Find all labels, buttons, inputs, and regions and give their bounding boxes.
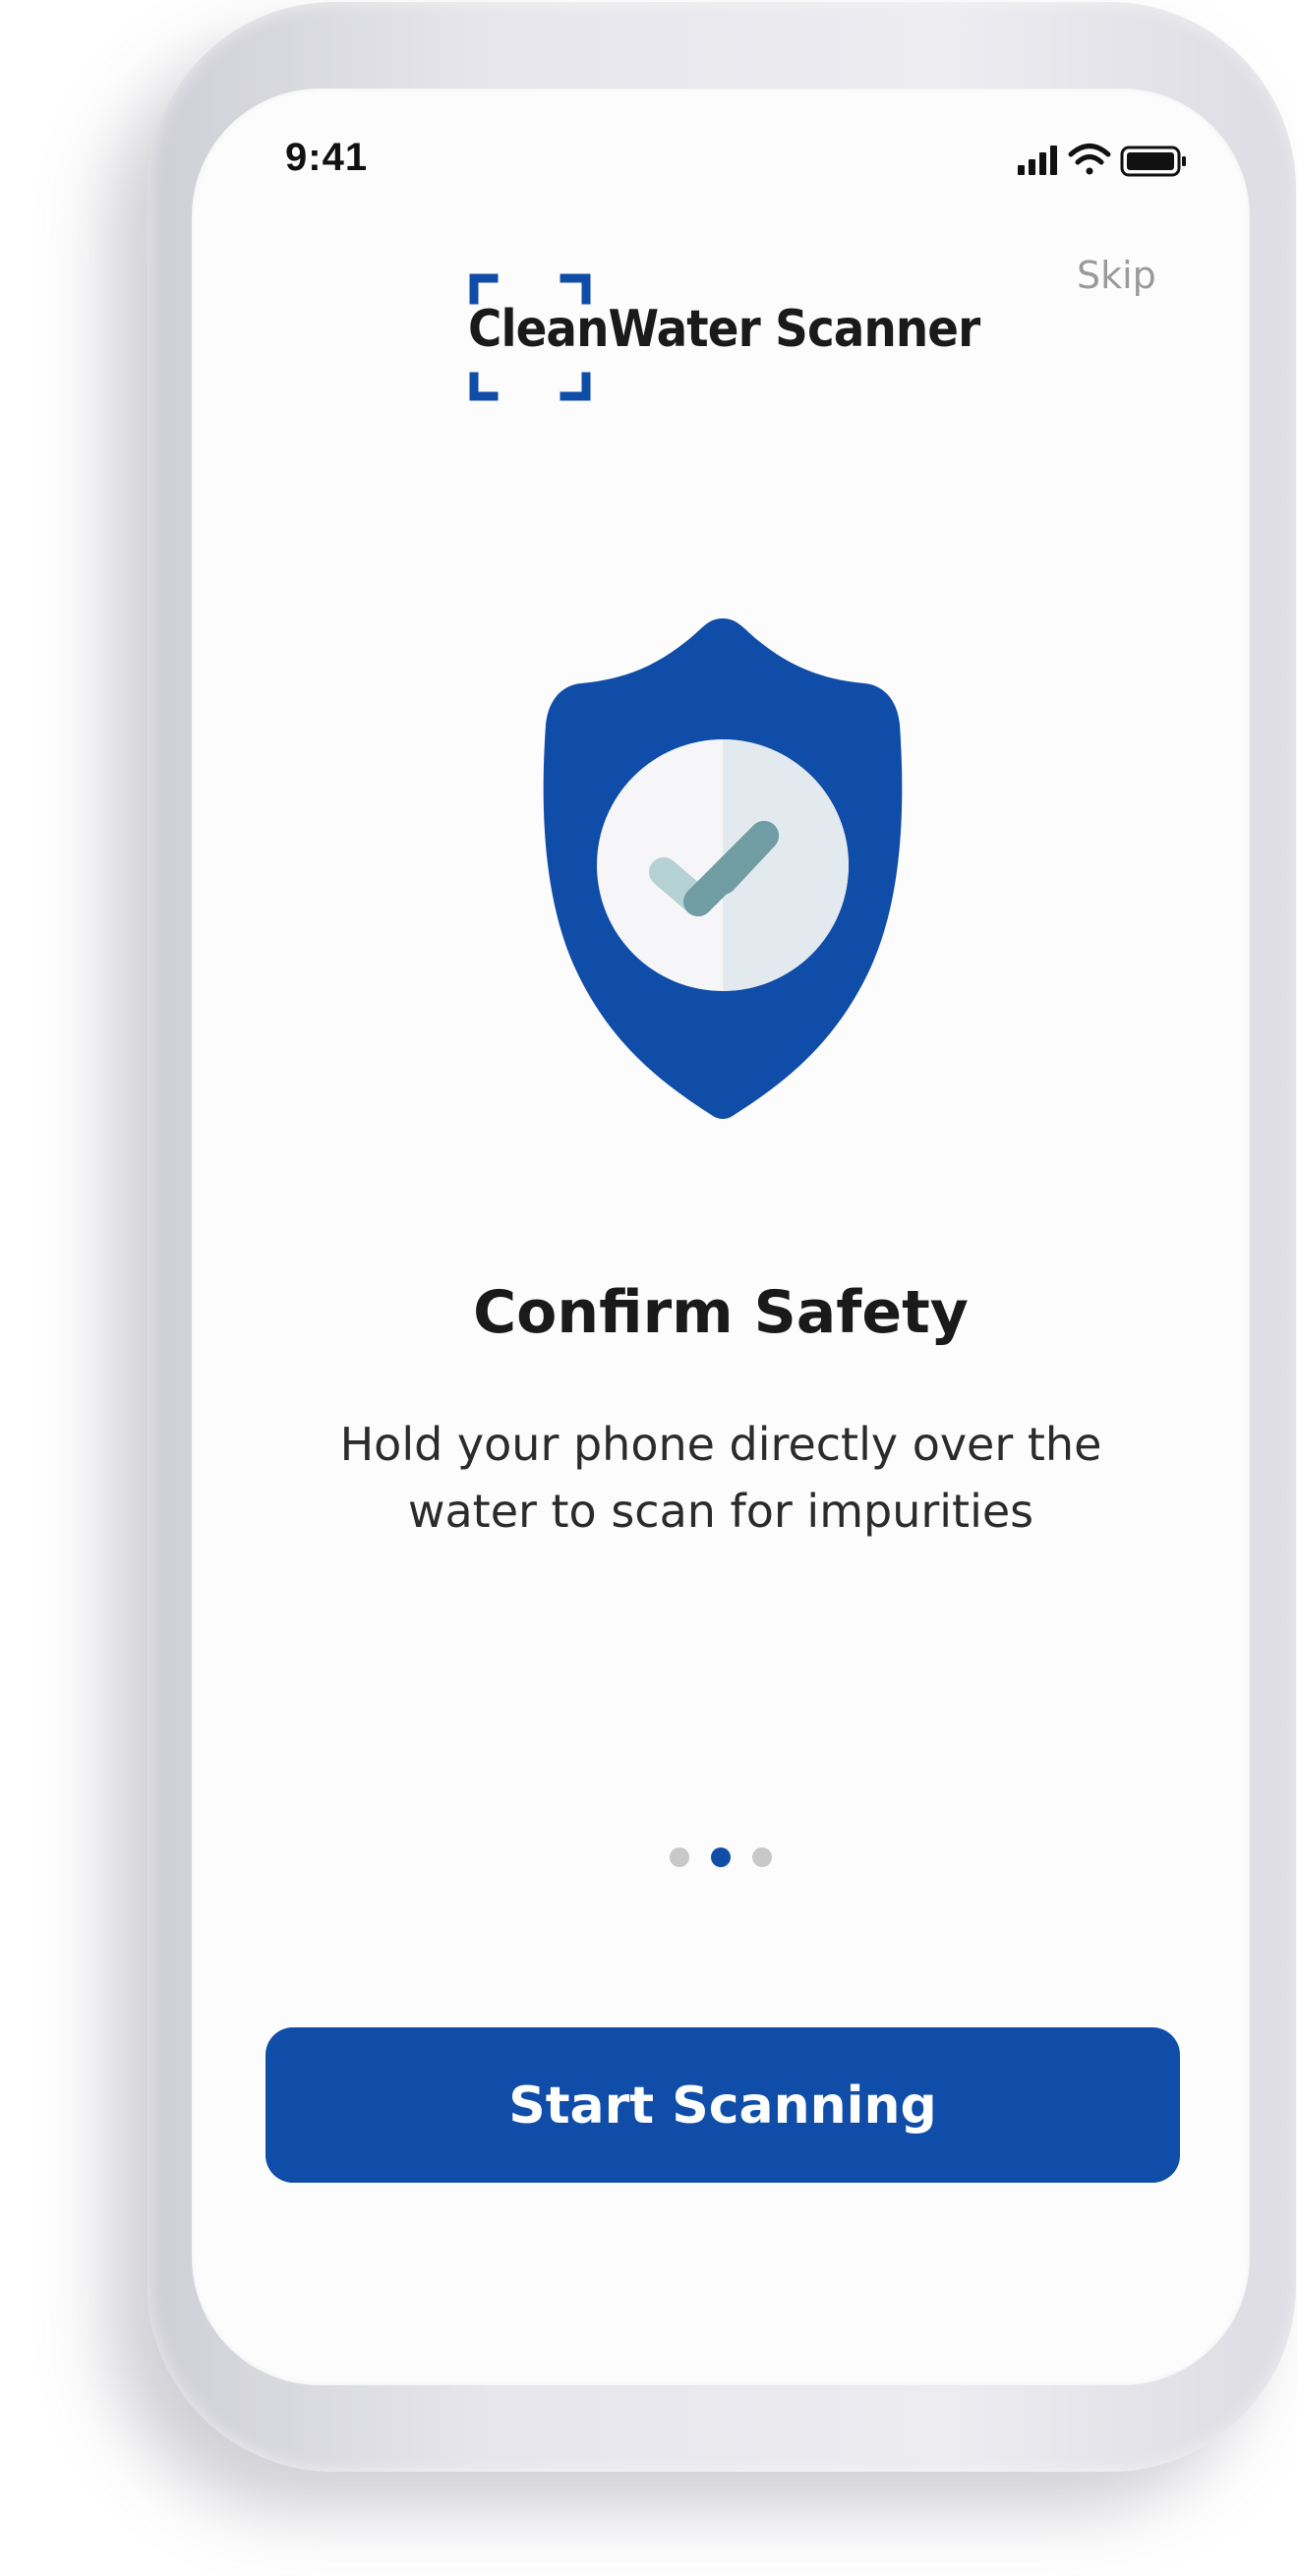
status-icons <box>1018 144 1186 177</box>
status-time: 9:41 <box>285 136 369 179</box>
app-logo: CleanWater Scanner <box>462 270 1013 408</box>
battery-icon <box>1120 146 1186 177</box>
wifi-icon <box>1068 144 1111 175</box>
pagination-dot[interactable] <box>670 1846 689 1867</box>
phone-screen: 9:41 Skip CleanWater Scanner Confirm Saf… <box>192 88 1250 2385</box>
shield-check-icon <box>543 618 903 1119</box>
skip-button[interactable]: Skip <box>1077 254 1156 297</box>
logo-text: CleanWater Scanner <box>468 300 980 359</box>
pagination-dot[interactable] <box>752 1846 772 1867</box>
page-subtitle: Hold your phone directly over the water … <box>339 1418 1102 1538</box>
pagination-dots <box>192 1846 1250 1870</box>
pagination-dot-active[interactable] <box>711 1846 731 1867</box>
page-title: Confirm Safety <box>473 1278 969 1347</box>
start-scanning-button[interactable]: Start Scanning <box>265 2027 1180 2183</box>
cellular-signal-icon <box>1018 146 1057 175</box>
canvas: 9:41 Skip CleanWater Scanner Confirm Saf… <box>0 0 1297 2576</box>
